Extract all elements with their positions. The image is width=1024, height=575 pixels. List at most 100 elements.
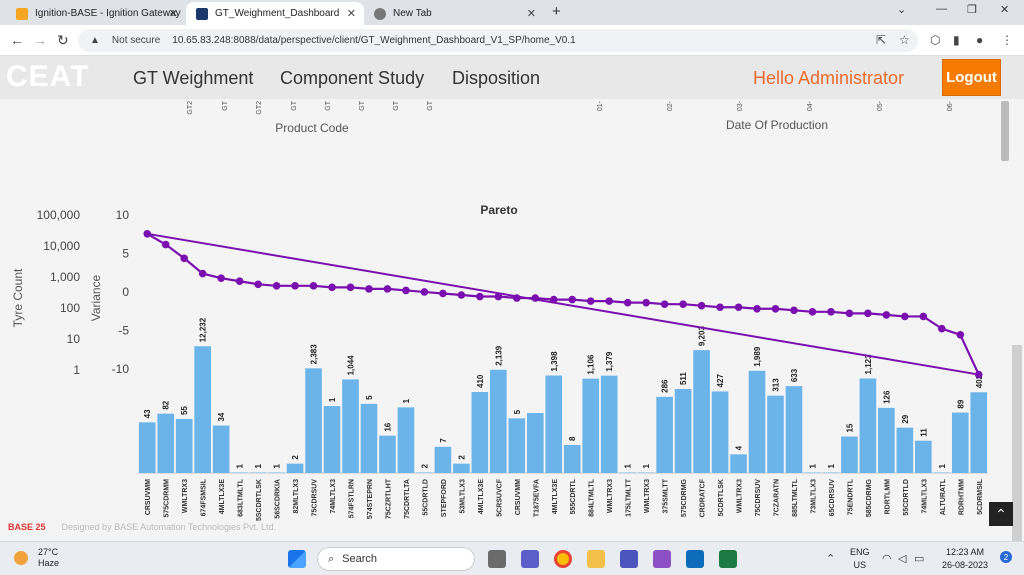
category-tick-label: 75CZRTLHT (385, 478, 392, 519)
file-explorer-icon[interactable] (587, 550, 605, 568)
category-tick-label: T1875EVFA (533, 479, 540, 517)
product-code-tick-label: GT2 (187, 101, 194, 115)
category-tick-label: 5CRSUVCF (496, 478, 503, 516)
variance-axis-label: Variance (89, 274, 103, 321)
bar-data-label: 12,232 (199, 317, 208, 342)
window-close-icon[interactable]: ✕ (1000, 3, 1009, 16)
category-tick-label: RDRTLMM (884, 479, 891, 515)
pareto-bar (748, 370, 766, 473)
variance-point (439, 289, 447, 298)
pareto-bar (767, 395, 784, 473)
pareto-bar (970, 392, 988, 473)
outer-scrollbar-thumb[interactable] (1012, 345, 1022, 545)
notification-badge[interactable]: 2 (1000, 551, 1012, 563)
language-indicator[interactable]: ENG US (850, 546, 870, 572)
pareto-bar (526, 413, 544, 473)
battery-icon[interactable]: ▭ (914, 552, 924, 565)
forward-icon[interactable]: → (33, 32, 47, 48)
excel-icon[interactable] (719, 550, 737, 568)
category-tick-label: 555CDRTL (570, 478, 577, 514)
bar-data-label: 34 (217, 412, 226, 421)
bar-data-label: 1 (642, 464, 651, 469)
variance-point (827, 308, 835, 316)
wifi-icon[interactable]: ◠ (882, 552, 892, 565)
bar-data-label: 82 (162, 400, 171, 409)
minimize-icon[interactable]: — (936, 3, 947, 15)
search-label: Search (342, 553, 378, 565)
hidden-icons-chevron-icon[interactable]: ⌃ (826, 552, 835, 565)
teams-icon[interactable] (620, 550, 638, 568)
chrome-icon[interactable] (554, 550, 572, 568)
logout-button[interactable]: Logout (942, 59, 1001, 96)
haze-weather-icon (14, 551, 28, 565)
bookmark-star-icon[interactable]: ☆ (899, 33, 910, 47)
pareto-chart: Pareto100,00010,0001,000100101Tyre Count… (11, 203, 988, 521)
nav-component-study[interactable]: Component Study (280, 68, 424, 89)
bar-data-label: 5 (513, 409, 522, 414)
url-field[interactable]: ▲ Not secure 10.65.83.248:8088/data/pers… (78, 29, 918, 52)
pareto-bar (822, 472, 840, 473)
volume-icon[interactable]: ◁ (898, 552, 906, 565)
tyre-count-tick-label: 1,000 (50, 270, 80, 284)
date-tick-label: 04- (807, 100, 814, 111)
task-view-icon[interactable] (488, 550, 506, 568)
bar-data-label: 286 (661, 379, 670, 393)
back-icon[interactable]: ← (10, 32, 24, 48)
tyre-count-tick-label: 10 (67, 332, 81, 346)
share-icon[interactable]: ⇱ (876, 33, 886, 47)
profile-icon[interactable]: ● (976, 33, 983, 47)
weather-condition: Haze (38, 558, 60, 568)
extensions-icon[interactable]: ⬡ (930, 33, 940, 47)
outlook-icon[interactable] (686, 550, 704, 568)
taskbar-search[interactable]: ⌕ Search (317, 547, 475, 571)
new-tab-icon[interactable]: + (552, 3, 561, 20)
temperature: 27°C (38, 547, 59, 557)
variance-point (716, 303, 724, 312)
tab-new-tab[interactable]: New Tab ✕ (364, 2, 544, 25)
bar-data-label: 5 (365, 395, 374, 400)
tyre-count-tick-label: 1 (73, 363, 80, 377)
category-tick-label: 73MLTLX3 (810, 479, 817, 514)
category-tick-label: ALTURATL (940, 478, 947, 515)
restore-icon[interactable]: ❐ (967, 3, 977, 16)
pareto-bar (305, 368, 322, 473)
tab-search-chevron-icon[interactable]: ⌄ (897, 3, 906, 16)
category-tick-label: RDRHTMM (958, 479, 965, 515)
nav-gt-weighment[interactable]: GT Weighment (133, 68, 253, 89)
sidepanel-icon[interactable]: ▮ (953, 33, 960, 47)
system-clock[interactable]: 12:23 AM 26-08-2023 (942, 546, 988, 572)
bar-data-label: 313 (772, 378, 781, 392)
product-code-tick-label: GT (325, 100, 332, 110)
category-tick-label: CRDRATCF (700, 478, 707, 517)
pareto-bar (342, 379, 359, 473)
tab-title: GT_Weighment_Dashboard (215, 8, 340, 19)
pareto-bar (563, 445, 581, 473)
browser-tab-bar: Ignition-BASE - Ignition Gateway ✕ GT_We… (0, 0, 1024, 25)
pareto-bar (656, 396, 673, 473)
scrollbar-thumb[interactable] (1001, 101, 1009, 161)
tab-gt-weighment[interactable]: GT_Weighment_Dashboard ✕ (186, 2, 364, 25)
nav-disposition[interactable]: Disposition (452, 68, 540, 89)
bar-data-label: 1 (273, 464, 282, 469)
pareto-bar (212, 425, 230, 473)
windows-start-icon[interactable] (288, 550, 306, 568)
variance-tick-label: -5 (118, 324, 129, 338)
variance-point (402, 286, 410, 295)
ceat-logo: CEAT (6, 60, 90, 93)
menu-dots-icon[interactable]: ⋮ (1001, 33, 1013, 47)
pareto-bar (249, 472, 267, 473)
close-tab-icon[interactable]: ✕ (527, 7, 536, 20)
scroll-to-top-button[interactable]: ⌃ (989, 502, 1013, 526)
teams-chat-icon[interactable] (521, 550, 539, 568)
close-tab-icon[interactable]: ✕ (169, 7, 178, 20)
close-tab-icon[interactable]: ✕ (347, 7, 356, 20)
base-logo: BASE 25 (8, 522, 46, 532)
bar-data-label: 1 (808, 464, 817, 469)
tab-ignition-gateway[interactable]: Ignition-BASE - Ignition Gateway ✕ (6, 2, 186, 25)
visual-studio-icon[interactable] (653, 550, 671, 568)
category-tick-label: 74MLTLX3 (330, 479, 337, 514)
reload-icon[interactable]: ↻ (57, 32, 69, 49)
search-icon: ⌕ (328, 552, 335, 565)
variance-point (309, 282, 318, 290)
category-tick-label: WMLTRX3 (737, 479, 744, 513)
